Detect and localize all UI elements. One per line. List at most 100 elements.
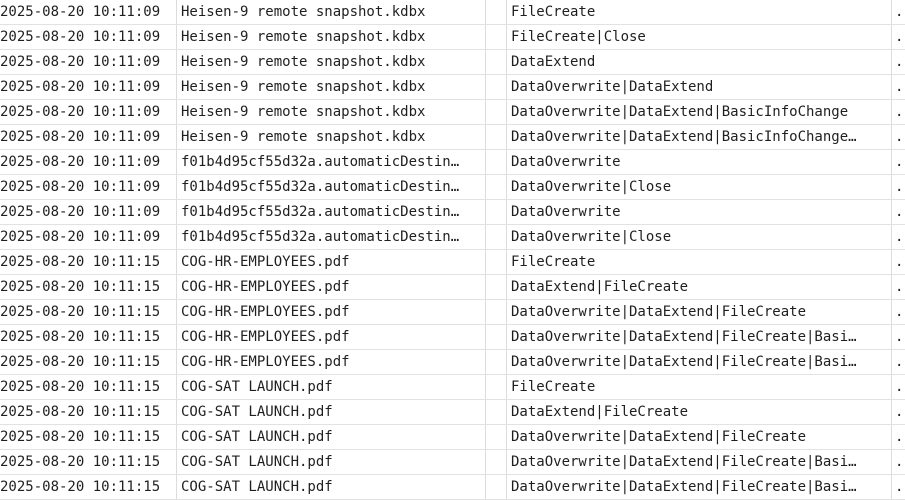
cell-truncated-column[interactable]: . bbox=[892, 50, 905, 74]
cell-timestamp[interactable]: 2025-08-20 10:11:09 bbox=[0, 125, 177, 149]
cell-truncated-column[interactable]: . bbox=[892, 200, 905, 224]
cell-empty[interactable] bbox=[486, 475, 507, 499]
cell-truncated-column[interactable]: . bbox=[892, 100, 905, 124]
cell-timestamp[interactable]: 2025-08-20 10:11:09 bbox=[0, 0, 177, 24]
cell-update-reasons[interactable]: DataOverwrite|DataExtend|FileCreate|Basi… bbox=[507, 475, 892, 499]
cell-timestamp[interactable]: 2025-08-20 10:11:15 bbox=[0, 375, 177, 399]
cell-filename[interactable]: COG-SAT LAUNCH.pdf bbox=[177, 375, 486, 399]
cell-filename[interactable]: Heisen-9 remote snapshot.kdbx bbox=[177, 75, 486, 99]
cell-update-reasons[interactable]: FileCreate|Close bbox=[507, 25, 892, 49]
cell-empty[interactable] bbox=[486, 0, 507, 24]
table-row[interactable]: 2025-08-20 10:11:09 Heisen-9 remote snaps… bbox=[0, 25, 905, 50]
cell-update-reasons[interactable]: DataOverwrite|Close bbox=[507, 225, 892, 249]
table-row[interactable]: 2025-08-20 10:11:15 COG-SAT LAUNCH.pdf Dat… bbox=[0, 425, 905, 450]
cell-timestamp[interactable]: 2025-08-20 10:11:09 bbox=[0, 25, 177, 49]
table-row[interactable]: 2025-08-20 10:11:09 f01b4d95cf55d32a.auto… bbox=[0, 175, 905, 200]
cell-filename[interactable]: COG-SAT LAUNCH.pdf bbox=[177, 425, 486, 449]
cell-empty[interactable] bbox=[486, 375, 507, 399]
table-row[interactable]: 2025-08-20 10:11:09 Heisen-9 remote snaps… bbox=[0, 100, 905, 125]
cell-filename[interactable]: COG-SAT LAUNCH.pdf bbox=[177, 475, 486, 499]
cell-timestamp[interactable]: 2025-08-20 10:11:09 bbox=[0, 100, 177, 124]
table-row[interactable]: 2025-08-20 10:11:15 COG-SAT LAUNCH.pdf Fil… bbox=[0, 375, 905, 400]
cell-update-reasons[interactable]: DataOverwrite|DataExtend|FileCreate|Basi… bbox=[507, 325, 892, 349]
table-row[interactable]: 2025-08-20 10:11:09 f01b4d95cf55d32a.auto… bbox=[0, 225, 905, 250]
cell-update-reasons[interactable]: FileCreate bbox=[507, 375, 892, 399]
table-row[interactable]: 2025-08-20 10:11:09 Heisen-9 remote snaps… bbox=[0, 75, 905, 100]
cell-truncated-column[interactable]: . bbox=[892, 450, 905, 474]
table-row[interactable]: 2025-08-20 10:11:15 COG-HR-EMPLOYEES.pdf D… bbox=[0, 325, 905, 350]
cell-empty[interactable] bbox=[486, 25, 507, 49]
table-row[interactable]: 2025-08-20 10:11:09 Heisen-9 remote snaps… bbox=[0, 50, 905, 75]
table-row[interactable]: 2025-08-20 10:11:09 f01b4d95cf55d32a.auto… bbox=[0, 150, 905, 175]
cell-empty[interactable] bbox=[486, 100, 507, 124]
cell-empty[interactable] bbox=[486, 425, 507, 449]
cell-filename[interactable]: Heisen-9 remote snapshot.kdbx bbox=[177, 125, 486, 149]
cell-timestamp[interactable]: 2025-08-20 10:11:09 bbox=[0, 75, 177, 99]
cell-timestamp[interactable]: 2025-08-20 10:11:15 bbox=[0, 300, 177, 324]
cell-timestamp[interactable]: 2025-08-20 10:11:15 bbox=[0, 325, 177, 349]
cell-update-reasons[interactable]: DataOverwrite|DataExtend|FileCreate bbox=[507, 300, 892, 324]
cell-timestamp[interactable]: 2025-08-20 10:11:15 bbox=[0, 400, 177, 424]
cell-timestamp[interactable]: 2025-08-20 10:11:15 bbox=[0, 275, 177, 299]
table-row[interactable]: 2025-08-20 10:11:09 f01b4d95cf55d32a.auto… bbox=[0, 200, 905, 225]
cell-update-reasons[interactable]: FileCreate bbox=[507, 0, 892, 24]
cell-filename[interactable]: f01b4d95cf55d32a.automaticDestin… bbox=[177, 200, 486, 224]
cell-empty[interactable] bbox=[486, 75, 507, 99]
cell-update-reasons[interactable]: DataOverwrite bbox=[507, 200, 892, 224]
cell-timestamp[interactable]: 2025-08-20 10:11:15 bbox=[0, 450, 177, 474]
cell-timestamp[interactable]: 2025-08-20 10:11:09 bbox=[0, 150, 177, 174]
cell-filename[interactable]: f01b4d95cf55d32a.automaticDestin… bbox=[177, 150, 486, 174]
cell-update-reasons[interactable]: DataOverwrite|DataExtend|BasicInfoChange… bbox=[507, 125, 892, 149]
cell-filename[interactable]: COG-HR-EMPLOYEES.pdf bbox=[177, 325, 486, 349]
cell-filename[interactable]: COG-HR-EMPLOYEES.pdf bbox=[177, 275, 486, 299]
cell-filename[interactable]: f01b4d95cf55d32a.automaticDestin… bbox=[177, 225, 486, 249]
cell-empty[interactable] bbox=[486, 275, 507, 299]
cell-update-reasons[interactable]: FileCreate bbox=[507, 250, 892, 274]
table-row[interactable]: 2025-08-20 10:11:15 COG-HR-EMPLOYEES.pdf F… bbox=[0, 250, 905, 275]
cell-filename[interactable]: Heisen-9 remote snapshot.kdbx bbox=[177, 0, 486, 24]
cell-empty[interactable] bbox=[486, 175, 507, 199]
cell-empty[interactable] bbox=[486, 125, 507, 149]
cell-truncated-column[interactable]: . bbox=[892, 250, 905, 274]
cell-truncated-column[interactable]: . bbox=[892, 375, 905, 399]
cell-timestamp[interactable]: 2025-08-20 10:11:09 bbox=[0, 175, 177, 199]
cell-truncated-column[interactable]: . bbox=[892, 325, 905, 349]
cell-truncated-column[interactable]: . bbox=[892, 150, 905, 174]
cell-empty[interactable] bbox=[486, 200, 507, 224]
cell-empty[interactable] bbox=[486, 325, 507, 349]
cell-timestamp[interactable]: 2025-08-20 10:11:15 bbox=[0, 475, 177, 499]
table-row[interactable]: 2025-08-20 10:11:09 Heisen-9 remote snaps… bbox=[0, 0, 905, 25]
cell-timestamp[interactable]: 2025-08-20 10:11:09 bbox=[0, 50, 177, 74]
cell-truncated-column[interactable]: . bbox=[892, 225, 905, 249]
cell-filename[interactable]: Heisen-9 remote snapshot.kdbx bbox=[177, 25, 486, 49]
cell-empty[interactable] bbox=[486, 400, 507, 424]
cell-filename[interactable]: COG-HR-EMPLOYEES.pdf bbox=[177, 300, 486, 324]
cell-update-reasons[interactable]: DataOverwrite|DataExtend|BasicInfoChange bbox=[507, 100, 892, 124]
table-row[interactable]: 2025-08-20 10:11:09 Heisen-9 remote snaps… bbox=[0, 125, 905, 150]
cell-filename[interactable]: Heisen-9 remote snapshot.kdbx bbox=[177, 100, 486, 124]
table-row[interactable]: 2025-08-20 10:11:15 COG-SAT LAUNCH.pdf Dat… bbox=[0, 475, 905, 500]
cell-filename[interactable]: Heisen-9 remote snapshot.kdbx bbox=[177, 50, 486, 74]
cell-timestamp[interactable]: 2025-08-20 10:11:15 bbox=[0, 350, 177, 374]
cell-truncated-column[interactable]: . bbox=[892, 75, 905, 99]
cell-empty[interactable] bbox=[486, 350, 507, 374]
cell-filename[interactable]: COG-HR-EMPLOYEES.pdf bbox=[177, 250, 486, 274]
cell-truncated-column[interactable]: . bbox=[892, 25, 905, 49]
cell-update-reasons[interactable]: DataExtend|FileCreate bbox=[507, 400, 892, 424]
cell-empty[interactable] bbox=[486, 225, 507, 249]
cell-timestamp[interactable]: 2025-08-20 10:11:09 bbox=[0, 200, 177, 224]
cell-update-reasons[interactable]: DataOverwrite|Close bbox=[507, 175, 892, 199]
cell-update-reasons[interactable]: DataOverwrite|DataExtend|FileCreate|Basi… bbox=[507, 350, 892, 374]
cell-truncated-column[interactable]: . bbox=[892, 275, 905, 299]
cell-empty[interactable] bbox=[486, 250, 507, 274]
cell-truncated-column[interactable]: . bbox=[892, 0, 905, 24]
cell-update-reasons[interactable]: DataOverwrite|DataExtend|FileCreate|Basi… bbox=[507, 450, 892, 474]
cell-update-reasons[interactable]: DataExtend bbox=[507, 50, 892, 74]
cell-truncated-column[interactable]: . bbox=[892, 350, 905, 374]
cell-empty[interactable] bbox=[486, 50, 507, 74]
cell-truncated-column[interactable]: . bbox=[892, 425, 905, 449]
cell-update-reasons[interactable]: DataOverwrite bbox=[507, 150, 892, 174]
cell-empty[interactable] bbox=[486, 450, 507, 474]
table-row[interactable]: 2025-08-20 10:11:15 COG-SAT LAUNCH.pdf Dat… bbox=[0, 400, 905, 425]
table-row[interactable]: 2025-08-20 10:11:15 COG-SAT LAUNCH.pdf Dat… bbox=[0, 450, 905, 475]
